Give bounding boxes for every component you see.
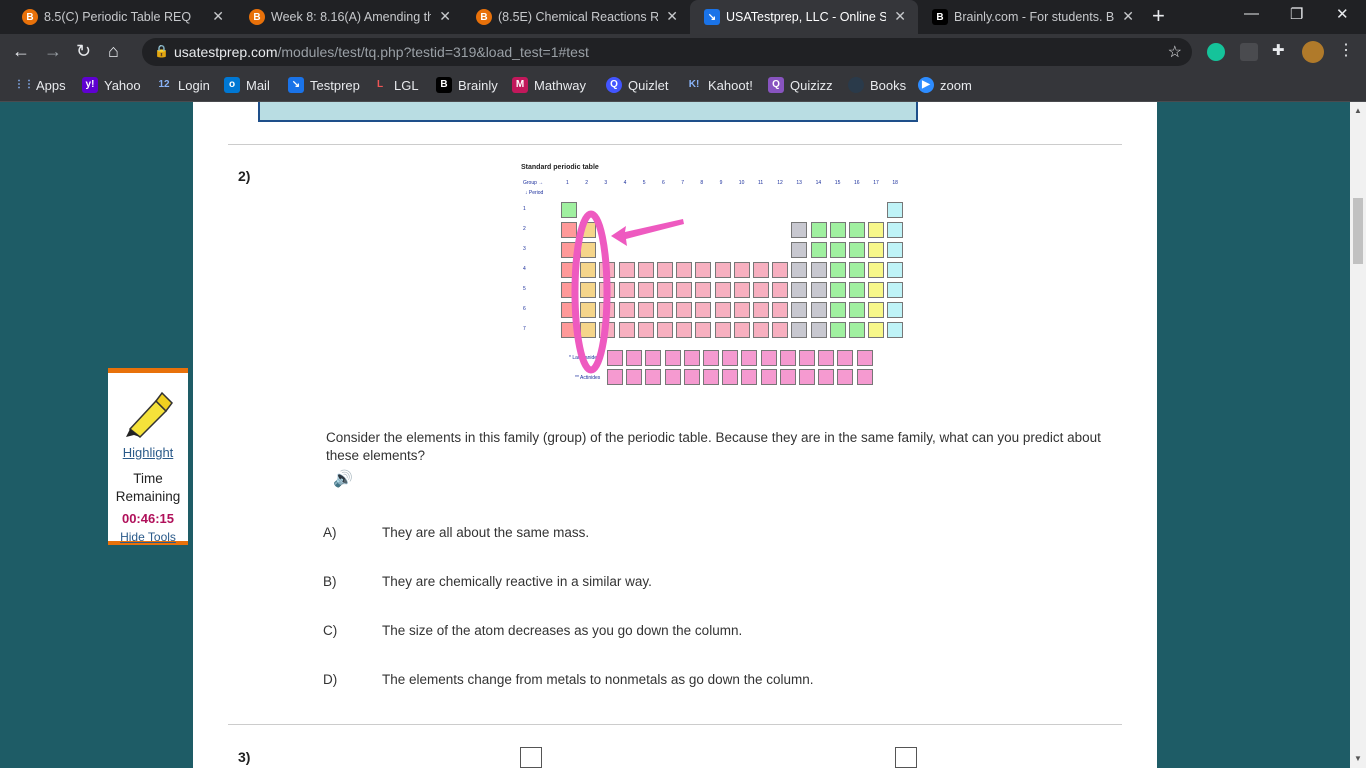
test-page: 2) Standard periodic table Group → ↓ Per… [193, 102, 1157, 768]
next-question-image [520, 747, 542, 768]
home-icon[interactable]: ⌂ [108, 41, 119, 61]
close-tab-icon[interactable]: ✕ [666, 8, 678, 25]
books-icon [848, 77, 864, 93]
quizizz-icon: Q [768, 77, 784, 93]
bookmark-lgl[interactable]: L LGL [372, 77, 419, 93]
brainly-orange-icon: B [22, 9, 38, 25]
lgl-icon: L [376, 79, 384, 90]
new-tab-icon[interactable]: + [1152, 5, 1165, 27]
outlook-icon: o [224, 77, 240, 93]
forward-icon[interactable]: → [44, 41, 62, 61]
login-icon: 12 [158, 79, 170, 90]
bookmark-mathway[interactable]: M Mathway [512, 77, 586, 93]
previous-question-box [258, 102, 918, 122]
restore-icon[interactable]: ❐ [1290, 5, 1303, 23]
brainly-icon: B [436, 77, 452, 93]
divider [228, 724, 1122, 725]
minimize-icon[interactable]: — [1244, 5, 1259, 22]
kahoot-icon: K! [688, 79, 700, 90]
mathway-icon: M [512, 77, 528, 93]
bookmark-login[interactable]: 12 Login [156, 77, 209, 93]
choice-d[interactable]: D) The elements change from metals to non… [323, 672, 813, 687]
browser-toolbar: ← → ↻ ⌂ 🔒 usatestprep.com/modules/test/t… [0, 34, 1366, 70]
scroll-up-icon[interactable]: ▲ [1354, 106, 1362, 115]
extension-icon[interactable] [1240, 43, 1258, 61]
reload-icon[interactable]: ↻ [76, 41, 91, 61]
question-number: 2) [238, 168, 251, 184]
bookmark-quizizz[interactable]: Q Quizizz [768, 77, 833, 93]
divider [228, 144, 1122, 145]
choice-c[interactable]: C) The size of the atom decreases as you … [323, 623, 742, 638]
avatar[interactable] [1302, 41, 1324, 63]
zoom-icon: ▶ [918, 77, 934, 93]
scroll-thumb[interactable] [1353, 198, 1363, 264]
back-icon[interactable]: ← [12, 41, 30, 61]
bookmark-mail[interactable]: o Mail [224, 77, 270, 93]
time-remaining-label: Time Remaining [115, 471, 181, 504]
tab-periodic-table[interactable]: B 8.5(C) Periodic Table REQ ✕ [8, 0, 236, 34]
scroll-down-icon[interactable]: ▼ [1354, 754, 1362, 763]
brainly-orange-icon: B [476, 9, 492, 25]
highlight-link[interactable]: Highlight [108, 445, 188, 460]
tab-chemical-reactions[interactable]: B (8.5E) Chemical Reactions REQ ✕ [462, 0, 690, 34]
bookmark-zoom[interactable]: ▶ zoom [918, 77, 972, 93]
bookmarks-bar: ⋮⋮ Apps y! Yahoo 12 Login o Mail ↘ Testprep L… [0, 70, 1366, 102]
bookmark-testprep[interactable]: ↘ Testprep [288, 77, 360, 93]
tools-panel: Highlight Time Remaining 00:46:15 Hide T… [108, 368, 188, 545]
timer: 00:46:15 [121, 511, 175, 526]
testprep-icon: ↘ [288, 77, 304, 93]
speaker-icon[interactable]: 🔊 [333, 469, 353, 489]
brainly-black-icon: B [932, 9, 948, 25]
hide-tools-link[interactable]: Hide Tools [108, 530, 188, 544]
bookmark-books[interactable]: Books [848, 77, 906, 93]
next-question-number: 3) [238, 749, 251, 765]
bookmark-star-icon[interactable]: ☆ [1168, 42, 1182, 62]
brainly-orange-icon: B [249, 9, 265, 25]
grammarly-icon[interactable] [1207, 43, 1225, 61]
bookmark-yahoo[interactable]: y! Yahoo [82, 77, 141, 93]
periodic-table-image: Standard periodic table Group → ↓ Period… [521, 164, 921, 394]
next-question-image [895, 747, 917, 768]
group-circle [571, 210, 611, 374]
choice-a[interactable]: A) They are all about the same mass. [323, 525, 589, 540]
tab-brainly[interactable]: B Brainly.com - For students. By ✕ [918, 0, 1146, 34]
close-tab-icon[interactable]: ✕ [212, 8, 224, 25]
menu-icon[interactable]: ⋮ [1338, 40, 1356, 59]
extensions-puzzle-icon[interactable]: ✚ [1272, 41, 1290, 59]
tab-strip: B 8.5(C) Periodic Table REQ ✕ B Week 8: … [0, 0, 1366, 34]
question-text: Consider the elements in this family (gr… [326, 430, 1101, 463]
arrow-icon [611, 219, 684, 246]
choice-b[interactable]: B) They are chemically reactive in a simi… [323, 574, 652, 589]
annotation-overlay [571, 210, 684, 374]
tab-usatestprep[interactable]: ↘ USATestprep, LLC - Online State ✕ [690, 0, 918, 34]
quizlet-icon: Q [606, 77, 622, 93]
page-scrollbar[interactable]: ▲ ▼ [1350, 102, 1366, 768]
bookmark-quizlet[interactable]: Q Quizlet [606, 77, 668, 93]
close-window-icon[interactable]: ✕ [1336, 5, 1349, 23]
yahoo-icon: y! [82, 77, 98, 93]
highlighter-icon[interactable] [122, 387, 174, 439]
lock-icon: 🔒 [154, 44, 169, 58]
bookmark-apps[interactable]: ⋮⋮ Apps [14, 77, 66, 93]
bookmark-kahoot[interactable]: K! Kahoot! [686, 77, 753, 93]
address-bar[interactable]: 🔒 usatestprep.com/modules/test/tq.php?te… [142, 38, 1192, 66]
bookmark-brainly[interactable]: B Brainly [436, 77, 498, 93]
apps-grid-icon: ⋮⋮ [14, 79, 34, 90]
close-tab-icon[interactable]: ✕ [1122, 8, 1134, 25]
usatestprep-icon: ↘ [704, 9, 720, 25]
close-tab-icon[interactable]: ✕ [439, 8, 451, 25]
close-tab-icon[interactable]: ✕ [894, 8, 906, 25]
tab-week-8[interactable]: B Week 8: 8.16(A) Amending the ✕ [235, 0, 463, 34]
